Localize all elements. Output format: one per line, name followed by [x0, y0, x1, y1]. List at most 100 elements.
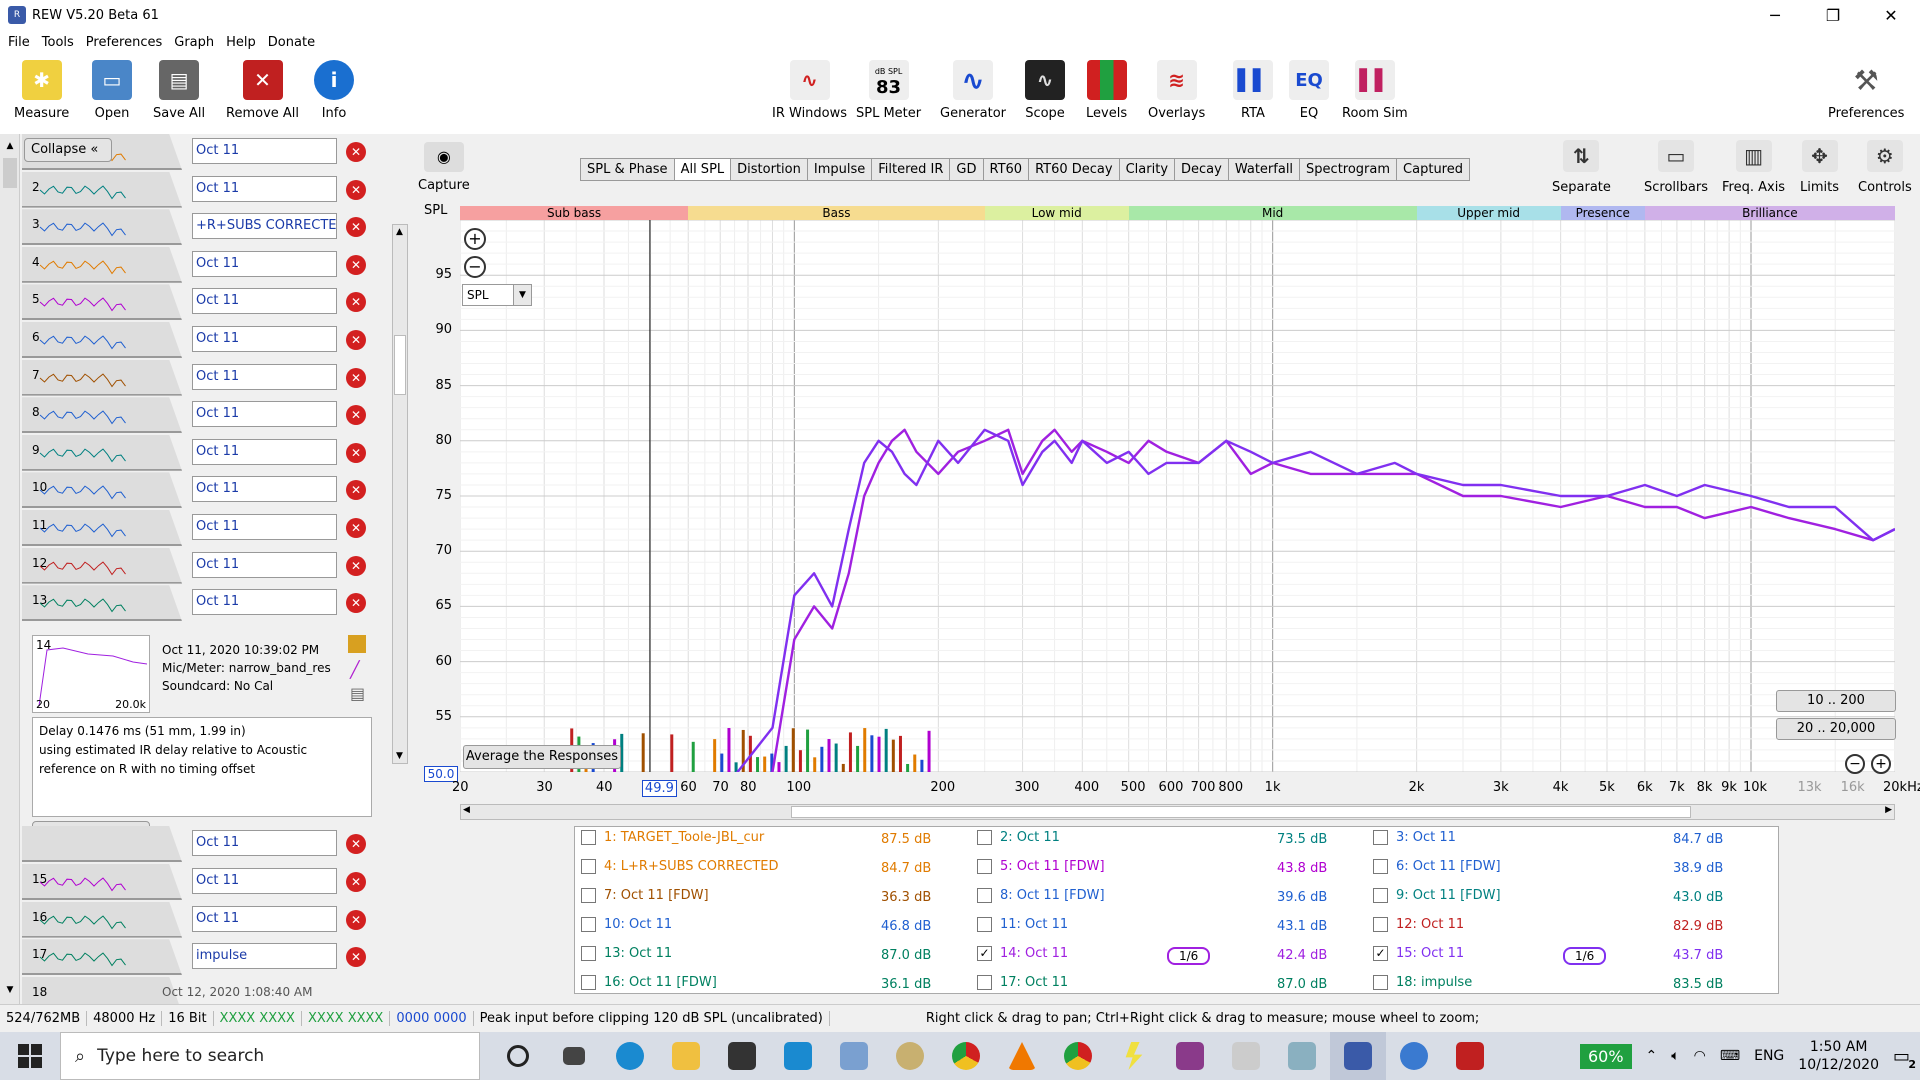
- tab-distortion[interactable]: Distortion: [730, 158, 808, 181]
- measurement-tab[interactable]: 13: [22, 585, 182, 622]
- measurement-tab[interactable]: [22, 826, 182, 862]
- zoom-in-icon[interactable]: +: [464, 228, 486, 250]
- scroll-down-icon[interactable]: ▼: [2, 982, 18, 998]
- y-scrollbar[interactable]: ▲ ▼: [392, 224, 408, 764]
- delete-icon[interactable]: ✕: [346, 480, 366, 501]
- measurement-name-input[interactable]: Oct 11: [192, 551, 337, 578]
- generator-button[interactable]: ∿ Generator: [940, 60, 1006, 121]
- chevron-up-icon[interactable]: ⌃: [1646, 1048, 1658, 1064]
- maximize-button[interactable]: ❐: [1804, 0, 1862, 30]
- legend-item[interactable]: 17: Oct 11: [977, 975, 1068, 990]
- legend-item[interactable]: ✓ 15: Oct 11: [1373, 946, 1464, 961]
- menu-donate[interactable]: Donate: [268, 35, 315, 50]
- average-responses-button[interactable]: Average the Responses: [463, 745, 621, 769]
- measurement-tab[interactable]: 9: [22, 434, 182, 471]
- scroll-thumb[interactable]: [3, 158, 17, 188]
- zoom-out-icon[interactable]: −: [464, 256, 486, 278]
- measurement-name-input[interactable]: Oct 11: [192, 401, 337, 428]
- dsp-icon[interactable]: [1218, 1032, 1274, 1080]
- measurement-tab[interactable]: 16: [22, 901, 182, 938]
- edit-icon[interactable]: [348, 635, 366, 653]
- menu-tools[interactable]: Tools: [42, 35, 74, 50]
- tab-spl-phase[interactable]: SPL & Phase: [580, 158, 675, 181]
- tab-decay[interactable]: Decay: [1174, 158, 1229, 181]
- legend-checkbox[interactable]: ✓: [977, 946, 992, 961]
- measurement-tab[interactable]: 12: [22, 547, 182, 584]
- chrome-profile-icon[interactable]: [1050, 1032, 1106, 1080]
- measurement-tab[interactable]: 17: [22, 939, 182, 976]
- measurement-name-input[interactable]: +R+SUBS CORRECTED: [192, 213, 337, 240]
- legend-checkbox[interactable]: [581, 859, 596, 874]
- freq-axis-button[interactable]: ▥ Freq. Axis: [1722, 140, 1785, 195]
- tab-gd[interactable]: GD: [949, 158, 984, 181]
- spl-meter-button[interactable]: dB SPL 83 SPL Meter: [856, 60, 921, 121]
- measurement-name-input[interactable]: Oct 11: [192, 288, 337, 315]
- rew-icon[interactable]: [1330, 1032, 1386, 1080]
- zoom-in-x-icon[interactable]: +: [1871, 754, 1891, 774]
- delete-icon[interactable]: ✕: [346, 593, 366, 614]
- measurement-name-input[interactable]: Oct 11: [192, 905, 337, 932]
- measurement-tab[interactable]: 5: [22, 284, 182, 321]
- legend-item[interactable]: 18: impulse: [1373, 975, 1472, 990]
- measurement-tab[interactable]: 4: [22, 246, 182, 283]
- scroll-up-icon[interactable]: ▲: [2, 138, 18, 154]
- winrar-icon[interactable]: [1162, 1032, 1218, 1080]
- legend-item[interactable]: 6: Oct 11 [FDW]: [1373, 859, 1501, 874]
- smoothing-badge[interactable]: 1/6: [1563, 947, 1607, 965]
- close-button[interactable]: ✕: [1862, 0, 1920, 30]
- legend-checkbox[interactable]: [1373, 917, 1388, 932]
- levels-button[interactable]: Levels: [1086, 60, 1127, 121]
- measurement-tab[interactable]: 10: [22, 472, 182, 509]
- volume-icon[interactable]: 🔈︎: [1671, 1048, 1679, 1064]
- legend-item[interactable]: 9: Oct 11 [FDW]: [1373, 888, 1501, 903]
- measurement-name-input[interactable]: Oct 11: [192, 514, 337, 540]
- x-scrollbar[interactable]: ◀ ▶: [460, 804, 1895, 820]
- scrollbars-button[interactable]: ▭ Scrollbars: [1644, 140, 1708, 195]
- tab-all-spl[interactable]: All SPL: [673, 158, 732, 181]
- legend-item[interactable]: 10: Oct 11: [581, 917, 672, 932]
- clock[interactable]: 1:50 AM 10/12/2020: [1798, 1038, 1879, 1074]
- wifi-icon[interactable]: ◠: [1694, 1048, 1706, 1064]
- tab-captured[interactable]: Captured: [1396, 158, 1470, 181]
- legend-item[interactable]: 7: Oct 11 [FDW]: [581, 888, 709, 903]
- legend-item[interactable]: 8: Oct 11 [FDW]: [977, 888, 1105, 903]
- separate-button[interactable]: ⇅ Separate: [1552, 140, 1611, 195]
- collapse-button[interactable]: Collapse «: [24, 138, 112, 162]
- delete-icon[interactable]: ✕: [346, 909, 366, 930]
- qbittorrent-icon[interactable]: [1386, 1032, 1442, 1080]
- taskbar-search[interactable]: ⌕ Type here to search: [60, 1032, 480, 1080]
- legend-checkbox[interactable]: [581, 946, 596, 961]
- minimize-button[interactable]: ─: [1746, 0, 1804, 30]
- measurement-name-input[interactable]: Oct 11: [192, 175, 337, 202]
- legend-checkbox[interactable]: [977, 859, 992, 874]
- tab-impulse[interactable]: Impulse: [806, 158, 873, 181]
- edge-icon[interactable]: [602, 1032, 658, 1080]
- delete-icon[interactable]: ✕: [346, 555, 366, 576]
- legend-checkbox[interactable]: ✓: [1373, 946, 1388, 961]
- store-icon[interactable]: [714, 1032, 770, 1080]
- open-button[interactable]: ▭ Open: [92, 60, 132, 121]
- delete-icon[interactable]: ✕: [346, 442, 366, 463]
- legend-item[interactable]: 13: Oct 11: [581, 946, 672, 961]
- legend-item[interactable]: 5: Oct 11 [FDW]: [977, 859, 1105, 874]
- delete-icon[interactable]: ✕: [346, 367, 366, 388]
- overlays-button[interactable]: ≋ Overlays: [1148, 60, 1205, 121]
- legend-checkbox[interactable]: [977, 917, 992, 932]
- measurement-name-input[interactable]: Oct 11: [192, 830, 337, 856]
- legend-checkbox[interactable]: [581, 888, 596, 903]
- measurement-name-input[interactable]: Oct 11: [192, 250, 337, 277]
- task-view-icon[interactable]: [546, 1032, 602, 1080]
- measurement-name-input[interactable]: Oct 11: [192, 868, 337, 894]
- preferences-button[interactable]: ⚒ Preferences: [1828, 60, 1904, 121]
- graph-plot[interactable]: + − SPL ▼ − +: [460, 220, 1895, 774]
- info-button[interactable]: i Info: [314, 60, 354, 121]
- zoom-out-x-icon[interactable]: −: [1845, 754, 1865, 774]
- app-icon-3[interactable]: [882, 1032, 938, 1080]
- menu-preferences[interactable]: Preferences: [86, 35, 162, 50]
- eq-button[interactable]: EQ EQ: [1289, 60, 1329, 121]
- measurement-name-input[interactable]: Oct 11: [192, 438, 337, 465]
- notes-icon[interactable]: ▤: [350, 685, 365, 703]
- smoothing-badge[interactable]: 1/6: [1167, 947, 1211, 965]
- scope-button[interactable]: ∿ Scope: [1025, 60, 1065, 121]
- vlc-icon[interactable]: [994, 1032, 1050, 1080]
